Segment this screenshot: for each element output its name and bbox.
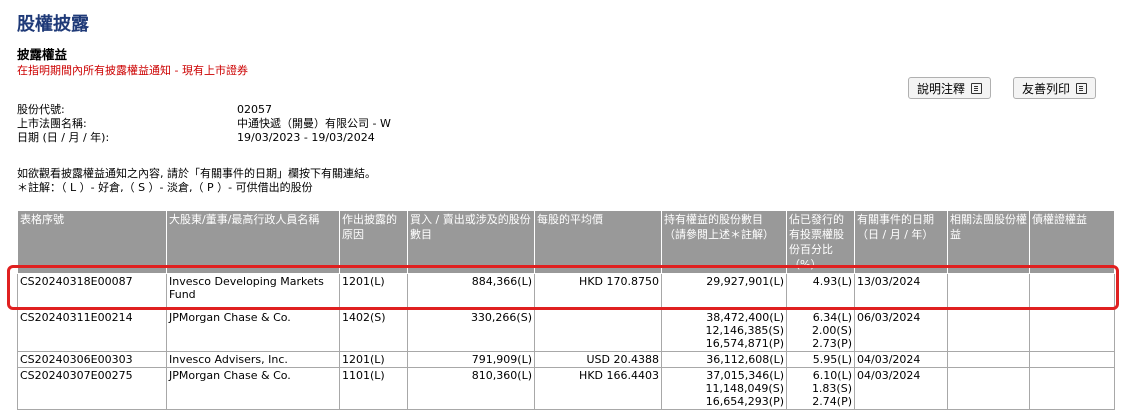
column-header: 作出披露的原因 bbox=[339, 210, 408, 274]
column-header: 債權證權益 bbox=[1029, 210, 1115, 274]
info-value: 中通快遞（開曼）有限公司 - W bbox=[237, 117, 391, 130]
related-interest bbox=[947, 351, 1030, 368]
column-header: 每股的平均價 bbox=[534, 210, 662, 274]
disclosure-table: 表格序號 大股東/董事/最高行政人員名稱 作出披露的原因 買入 / 賣出或涉及的… bbox=[17, 210, 1115, 410]
explain-button[interactable]: 說明注釋 bbox=[908, 77, 992, 99]
related-interest bbox=[947, 273, 1030, 310]
section-subtitle: 披露權益 bbox=[17, 47, 68, 62]
event-date-link[interactable]: 06/03/2024 bbox=[854, 309, 948, 352]
info-value: 02057 bbox=[237, 103, 272, 116]
pct-value: 2.00(S) bbox=[811, 324, 852, 337]
info-label: 上市法團名稱: bbox=[17, 117, 87, 130]
page-title: 股權披露 bbox=[17, 14, 89, 35]
debenture-interest bbox=[1029, 367, 1115, 410]
related-interest bbox=[947, 367, 1030, 410]
avg-price: USD 20.4388 bbox=[534, 351, 662, 368]
shares-involved: 791,909(L) bbox=[407, 351, 535, 368]
percentage: 6.34(L) 2.00(S) 2.73(P) bbox=[786, 309, 855, 352]
avg-price: HKD 170.8750 bbox=[534, 273, 662, 310]
table-row: CS20240307E00275 JPMorgan Chase & Co. 11… bbox=[17, 367, 1115, 410]
debenture-interest bbox=[1029, 273, 1115, 310]
held-value: 16,574,871(P) bbox=[705, 337, 784, 350]
shares-held: 38,472,400(L) 12,146,385(S) 16,574,871(P… bbox=[661, 309, 787, 352]
holder-name: JPMorgan Chase & Co. bbox=[166, 309, 340, 352]
info-label: 股份代號: bbox=[17, 103, 65, 116]
notice-text: 在指明期間內所有披露權益通知 - 現有上市證券 bbox=[17, 64, 248, 77]
hint-text: 如欲觀看披露權益通知之內容, 請於「有關事件的日期」欄按下有關連結。 ＊註解：（… bbox=[17, 167, 376, 195]
hint-line: 如欲觀看披露權益通知之內容, 請於「有關事件的日期」欄按下有關連結。 bbox=[17, 167, 376, 180]
pct-value: 1.83(S) bbox=[811, 382, 852, 395]
info-value: 19/03/2023 - 19/03/2024 bbox=[237, 131, 375, 144]
column-header: 佔已發行的有投票權股份百分比（%） bbox=[786, 210, 855, 274]
info-row: 股份代號: 02057 bbox=[17, 103, 391, 117]
percentage: 6.10(L) 1.83(S) 2.74(P) bbox=[786, 367, 855, 410]
event-date-link[interactable]: 04/03/2024 bbox=[854, 367, 948, 410]
reason-code: 1201(L) bbox=[339, 273, 408, 310]
table-row: CS20240306E00303 Invesco Advisers, Inc. … bbox=[17, 351, 1115, 368]
percentage: 5.95(L) bbox=[786, 351, 855, 368]
debenture-interest bbox=[1029, 309, 1115, 352]
held-value: 12,146,385(S) bbox=[705, 324, 784, 337]
held-value: 38,472,400(L) bbox=[706, 311, 784, 324]
info-row: 上市法團名稱: 中通快遞（開曼）有限公司 - W bbox=[17, 117, 391, 131]
held-value: 36,112,608(L) bbox=[706, 353, 784, 366]
reason-code: 1101(L) bbox=[339, 367, 408, 410]
table-row: CS20240311E00214 JPMorgan Chase & Co. 14… bbox=[17, 309, 1115, 352]
holder-name: JPMorgan Chase & Co. bbox=[166, 367, 340, 410]
document-icon bbox=[971, 82, 983, 94]
held-value: 11,148,049(S) bbox=[705, 382, 784, 395]
reason-code: 1201(L) bbox=[339, 351, 408, 368]
table-row: CS20240318E00087 Invesco Developing Mark… bbox=[17, 273, 1115, 310]
print-label: 友善列印 bbox=[1022, 81, 1071, 96]
column-header: 買入 / 賣出或涉及的股份數目 bbox=[407, 210, 535, 274]
shares-held: 37,015,346(L) 11,148,049(S) 16,654,293(P… bbox=[661, 367, 787, 410]
avg-price: HKD 166.4403 bbox=[534, 367, 662, 410]
form-number: CS20240306E00303 bbox=[17, 351, 167, 368]
event-date-link[interactable]: 13/03/2024 bbox=[854, 273, 948, 310]
column-header: 表格序號 bbox=[17, 210, 167, 274]
table-header-row: 表格序號 大股東/董事/最高行政人員名稱 作出披露的原因 買入 / 賣出或涉及的… bbox=[17, 210, 1115, 274]
reason-code: 1402(S) bbox=[339, 309, 408, 352]
column-header: 相關法團股份權益 bbox=[947, 210, 1030, 274]
printer-icon bbox=[1076, 82, 1088, 94]
stock-info: 股份代號: 02057 上市法團名稱: 中通快遞（開曼）有限公司 - W 日期 … bbox=[17, 103, 391, 145]
column-header[interactable]: 有關事件的日期（日 / 月 / 年） bbox=[854, 210, 948, 274]
form-number: CS20240318E00087 bbox=[17, 273, 167, 310]
print-button[interactable]: 友善列印 bbox=[1013, 77, 1097, 99]
shares-involved: 810,360(L) bbox=[407, 367, 535, 410]
explain-label: 說明注釋 bbox=[917, 81, 966, 96]
related-interest bbox=[947, 309, 1030, 352]
holder-name: Invesco Developing Markets Fund bbox=[166, 273, 340, 310]
pct-value: 2.74(P) bbox=[812, 395, 852, 408]
info-label: 日期 (日 / 月 / 年): bbox=[17, 131, 110, 144]
pct-value: 2.73(P) bbox=[812, 337, 852, 350]
held-value: 16,654,293(P) bbox=[705, 395, 784, 408]
info-row: 日期 (日 / 月 / 年): 19/03/2023 - 19/03/2024 bbox=[17, 131, 391, 145]
pct-value: 6.10(L) bbox=[812, 369, 852, 382]
shares-held: 36,112,608(L) bbox=[661, 351, 787, 368]
held-value: 29,927,901(L) bbox=[706, 275, 784, 288]
pct-value: 6.34(L) bbox=[812, 311, 852, 324]
pct-value: 4.93(L) bbox=[812, 275, 852, 288]
percentage: 4.93(L) bbox=[786, 273, 855, 310]
shares-held: 29,927,901(L) bbox=[661, 273, 787, 310]
shares-involved: 330,266(S) bbox=[407, 309, 535, 352]
avg-price bbox=[534, 309, 662, 352]
held-value: 37,015,346(L) bbox=[706, 369, 784, 382]
debenture-interest bbox=[1029, 351, 1115, 368]
hint-line: ＊註解：（ L ）- 好倉,（ S ）- 淡倉,（ P ）- 可供借出的股份 bbox=[17, 181, 313, 194]
shares-involved: 884,366(L) bbox=[407, 273, 535, 310]
column-header: 持有權益的股份數目（請參閱上述＊註解） bbox=[661, 210, 787, 274]
pct-value: 5.95(L) bbox=[812, 353, 852, 366]
holder-name: Invesco Advisers, Inc. bbox=[166, 351, 340, 368]
form-number: CS20240311E00214 bbox=[17, 309, 167, 352]
form-number: CS20240307E00275 bbox=[17, 367, 167, 410]
column-header: 大股東/董事/最高行政人員名稱 bbox=[166, 210, 340, 274]
event-date-link[interactable]: 04/03/2024 bbox=[854, 351, 948, 368]
